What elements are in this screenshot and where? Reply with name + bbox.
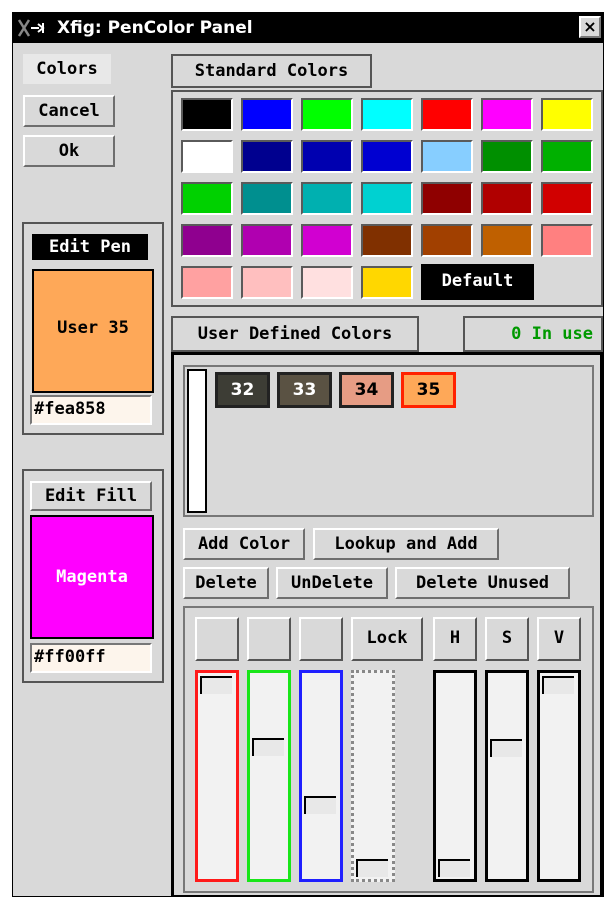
user-colors-scrollbar[interactable]	[187, 369, 207, 513]
standard-color-swatch[interactable]	[301, 266, 353, 299]
standard-color-swatch[interactable]	[181, 266, 233, 299]
saturation-button[interactable]: S	[485, 617, 529, 661]
standard-color-swatch[interactable]	[241, 266, 293, 299]
standard-color-swatch[interactable]	[301, 182, 353, 215]
green-slider[interactable]	[247, 670, 291, 882]
standard-colors-grid: Default	[171, 90, 603, 307]
pen-color-preview: User 35	[32, 269, 154, 393]
user-color-swatch[interactable]: 35	[401, 372, 456, 408]
close-icon[interactable]: ×	[579, 16, 601, 38]
fill-color-name: Magenta	[56, 567, 128, 587]
edit-pen-group: Edit Pen User 35 #fea858	[22, 222, 164, 435]
standard-color-swatch[interactable]	[541, 224, 593, 257]
standard-color-swatch[interactable]	[361, 140, 413, 173]
fill-color-preview: Magenta	[30, 515, 154, 639]
standard-color-swatch[interactable]	[481, 98, 533, 131]
standard-color-swatch[interactable]	[301, 140, 353, 173]
saturation-slider-thumb[interactable]	[490, 739, 522, 758]
standard-color-swatch[interactable]	[301, 98, 353, 131]
value-button[interactable]: V	[537, 617, 581, 661]
standard-color-swatch[interactable]	[301, 224, 353, 257]
blue-lock-toggle[interactable]	[299, 617, 343, 661]
user-defined-colors-label: User Defined Colors	[171, 316, 419, 352]
user-colors-area: 32 33 34 35	[183, 365, 594, 517]
standard-color-swatch[interactable]	[361, 182, 413, 215]
standard-color-swatch[interactable]	[181, 98, 233, 131]
edit-fill-button[interactable]: Edit Fill	[30, 481, 152, 511]
standard-colors-label: Standard Colors	[171, 54, 372, 88]
user-color-swatch[interactable]: 32	[215, 372, 270, 408]
add-color-button[interactable]: Add Color	[183, 528, 305, 560]
standard-color-swatch[interactable]	[541, 98, 593, 131]
standard-color-swatch[interactable]	[421, 224, 473, 257]
standard-color-swatch[interactable]	[361, 266, 413, 299]
green-lock-toggle[interactable]	[247, 617, 291, 661]
pencolor-panel-window: Xfig: PenColor Panel × Colors Cancel Ok …	[12, 12, 604, 897]
standard-color-swatch[interactable]	[421, 98, 473, 131]
default-color-button[interactable]: Default	[421, 264, 534, 300]
delete-unused-button[interactable]: Delete Unused	[395, 567, 570, 599]
edit-fill-group: Edit Fill Magenta #ff00ff	[22, 469, 164, 683]
in-use-count: 0 In use	[463, 316, 603, 352]
user-color-swatch[interactable]: 33	[277, 372, 332, 408]
cancel-button[interactable]: Cancel	[23, 95, 115, 127]
user-defined-section: 32 33 34 35 Add Color Lookup and Add Delete…	[171, 352, 603, 896]
standard-color-swatch[interactable]	[241, 140, 293, 173]
standard-color-swatch[interactable]	[361, 98, 413, 131]
standard-color-swatch[interactable]	[541, 182, 593, 215]
standard-color-swatch[interactable]	[181, 224, 233, 257]
value-slider-thumb[interactable]	[542, 675, 574, 694]
standard-color-swatch[interactable]	[541, 140, 593, 173]
title-bar[interactable]: Xfig: PenColor Panel ×	[13, 13, 603, 43]
lock-button[interactable]: Lock	[351, 617, 423, 661]
color-mixer: Lock H S V	[183, 606, 594, 893]
window-title: Xfig: PenColor Panel	[57, 18, 253, 38]
lock-slider-thumb[interactable]	[356, 859, 388, 877]
ok-button[interactable]: Ok	[23, 135, 115, 167]
standard-color-swatch[interactable]	[181, 140, 233, 173]
colors-label: Colors	[23, 54, 111, 84]
standard-color-swatch[interactable]	[421, 182, 473, 215]
blue-slider[interactable]	[299, 670, 343, 882]
user-color-swatch[interactable]: 34	[339, 372, 394, 408]
standard-color-swatch[interactable]	[481, 140, 533, 173]
pen-hex-field[interactable]: #fea858	[30, 395, 152, 425]
hue-slider-thumb[interactable]	[438, 859, 470, 877]
standard-color-swatch[interactable]	[361, 224, 413, 257]
saturation-slider[interactable]	[485, 670, 529, 882]
red-slider[interactable]	[195, 670, 239, 882]
standard-color-swatch[interactable]	[421, 140, 473, 173]
standard-color-swatch[interactable]	[481, 224, 533, 257]
standard-color-swatch[interactable]	[241, 182, 293, 215]
lookup-and-add-button[interactable]: Lookup and Add	[313, 528, 499, 560]
red-slider-thumb[interactable]	[200, 675, 232, 694]
hue-slider[interactable]	[433, 670, 477, 882]
standard-color-swatch[interactable]	[241, 224, 293, 257]
standard-color-swatch[interactable]	[181, 182, 233, 215]
delete-button[interactable]: Delete	[183, 567, 269, 599]
undelete-button[interactable]: UnDelete	[276, 567, 388, 599]
standard-color-swatch[interactable]	[241, 98, 293, 131]
green-slider-thumb[interactable]	[252, 737, 284, 756]
red-lock-toggle[interactable]	[195, 617, 239, 661]
fill-hex-field[interactable]: #ff00ff	[30, 643, 152, 673]
xfig-window-icon	[17, 19, 45, 37]
edit-pen-label[interactable]: Edit Pen	[32, 234, 148, 260]
pen-color-name: User 35	[57, 318, 129, 338]
lock-slider[interactable]	[351, 670, 395, 882]
value-slider[interactable]	[537, 670, 581, 882]
standard-color-swatch[interactable]	[481, 182, 533, 215]
blue-slider-thumb[interactable]	[304, 795, 336, 814]
hue-button[interactable]: H	[433, 617, 477, 661]
